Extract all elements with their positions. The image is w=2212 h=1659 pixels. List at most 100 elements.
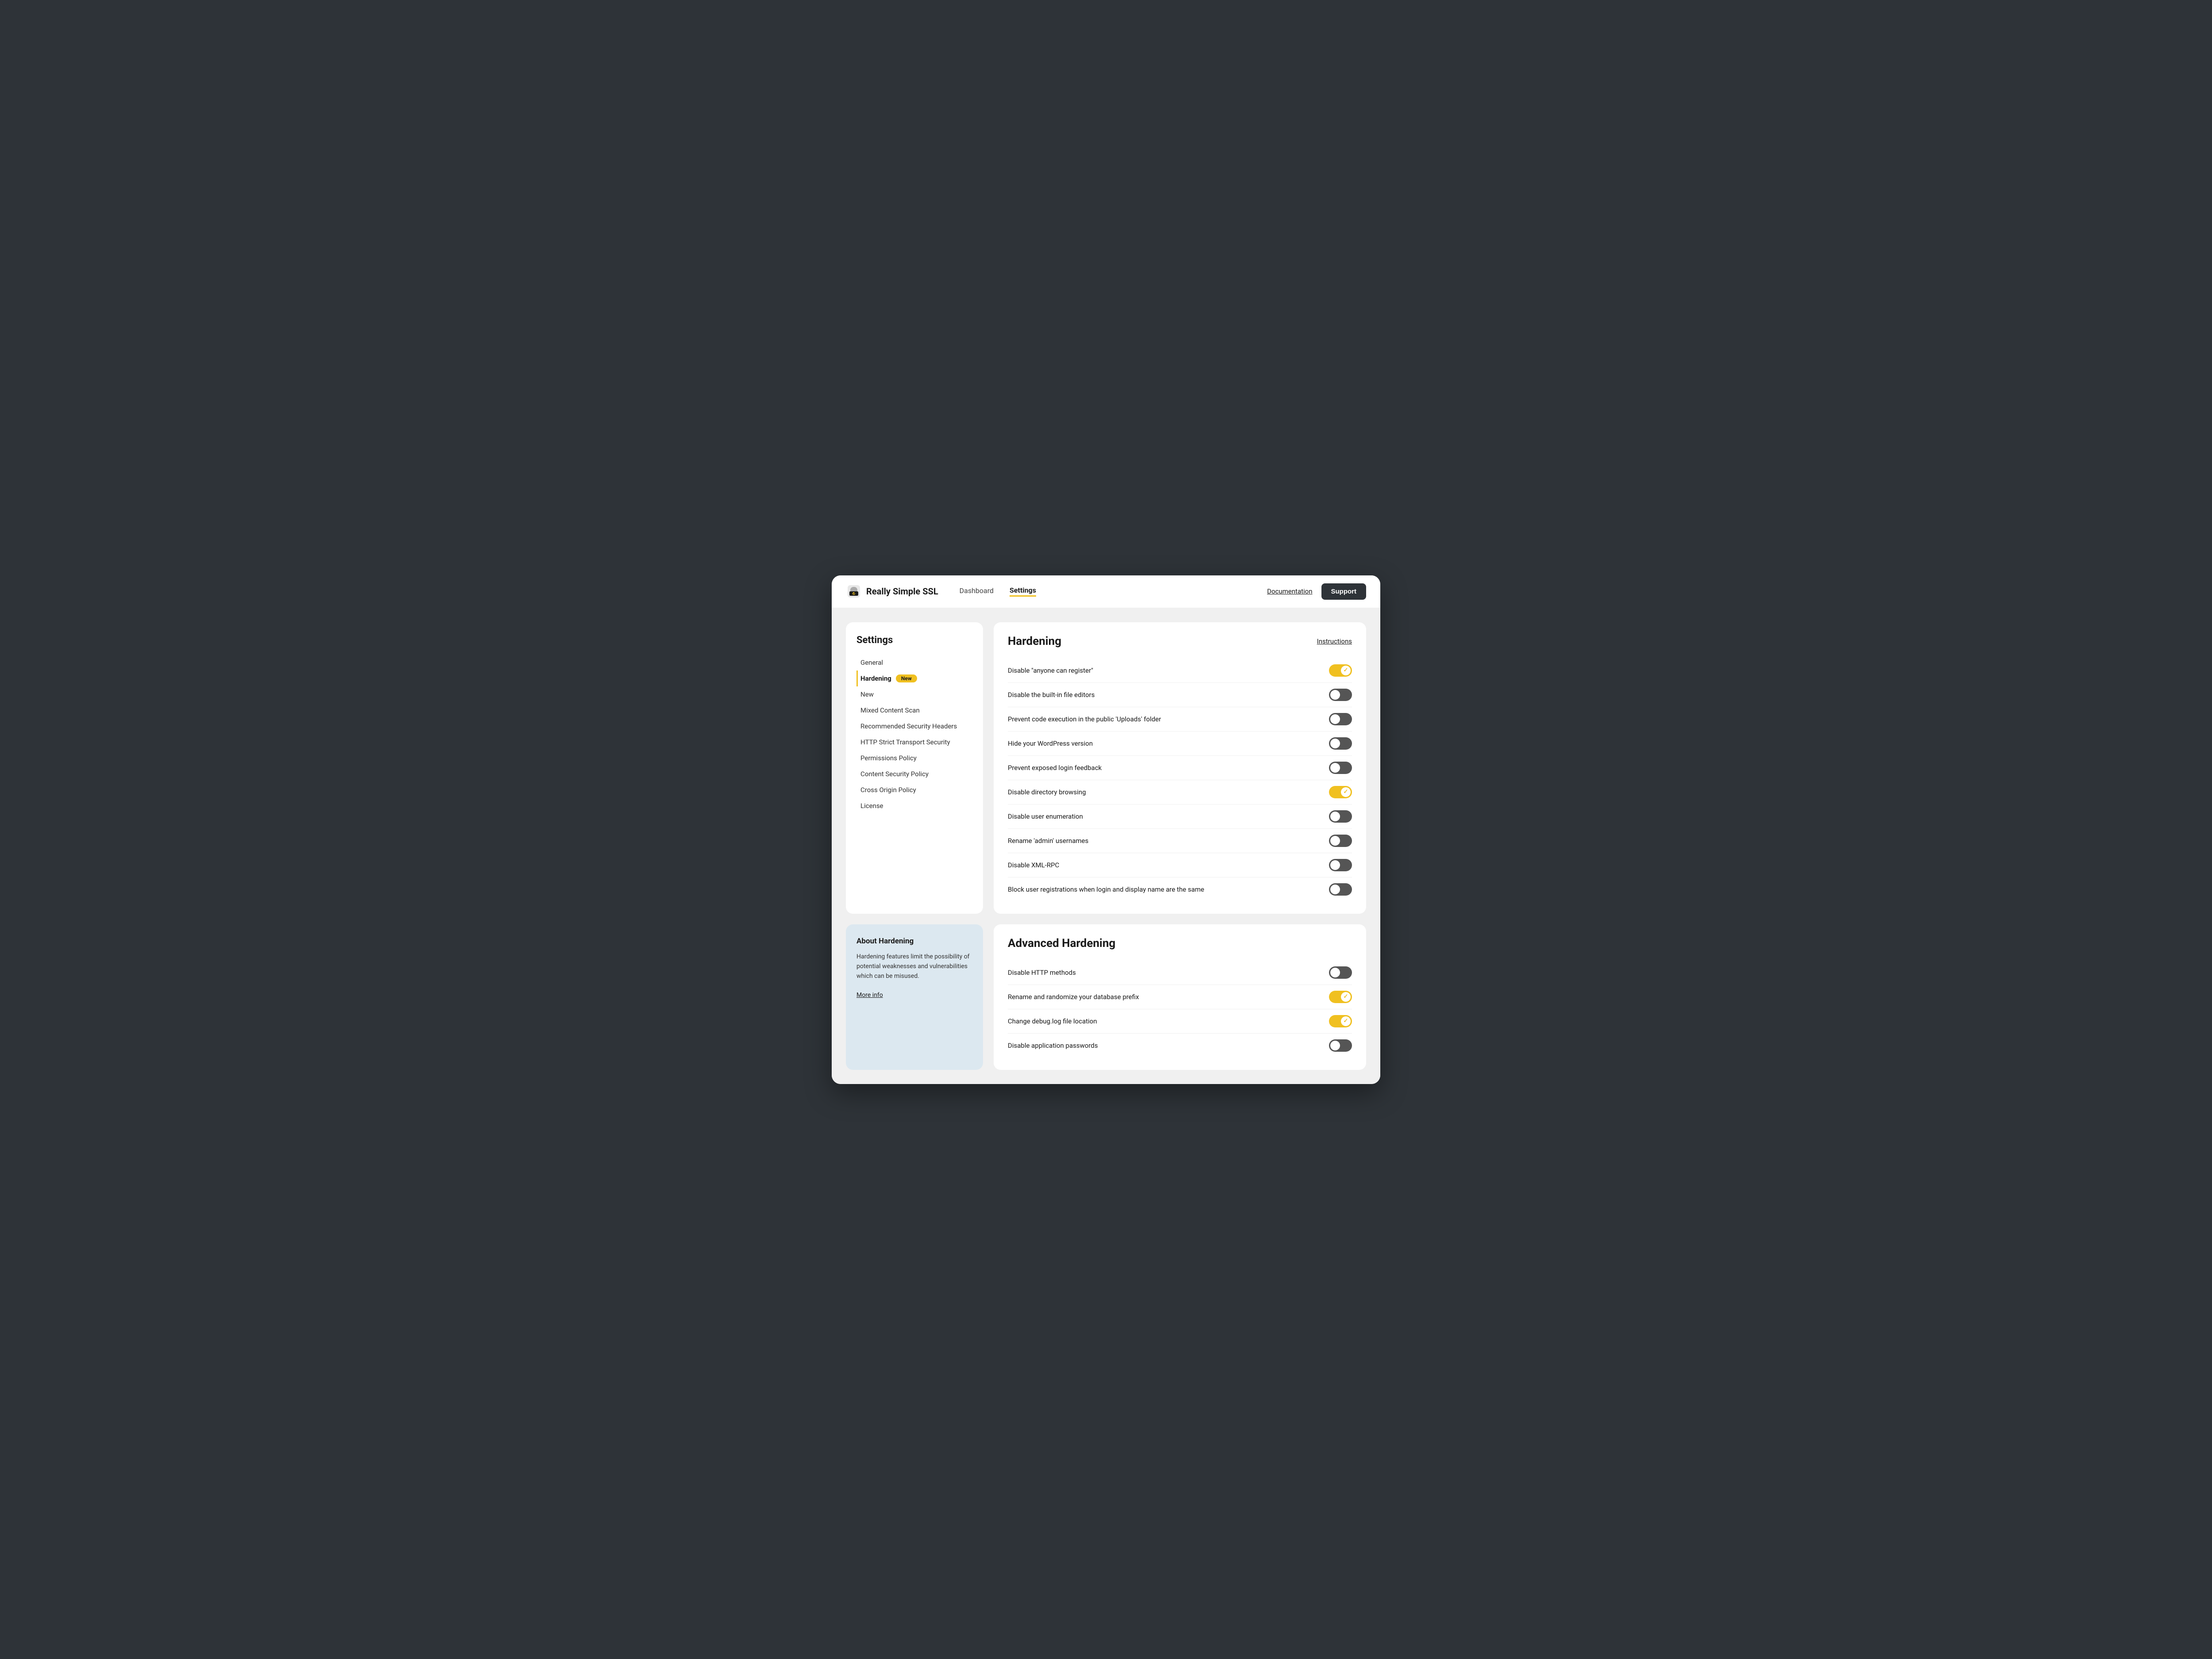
adv-setting-row-3: Disable application passwords <box>1008 1034 1352 1057</box>
setting-label-6: Disable user enumeration <box>1008 812 1083 820</box>
sidebar-item-mixed-content-scan-label: Mixed Content Scan <box>860 706 920 714</box>
toggle-track-1[interactable] <box>1329 689 1352 701</box>
adv-toggle-knob-3 <box>1330 1041 1340 1050</box>
sidebar-item-hardening-label: Hardening <box>860 674 891 682</box>
hardening-title: Hardening <box>1008 635 1061 648</box>
sidebar-item-http-strict-transport-security-label: HTTP Strict Transport Security <box>860 738 950 746</box>
hardening-new-badge: New <box>896 674 917 682</box>
hardening-header: Hardening Instructions <box>1008 635 1352 648</box>
adv-setting-row-2: Change debug.log file location ✓ <box>1008 1009 1352 1034</box>
setting-label-0: Disable "anyone can register" <box>1008 667 1093 674</box>
adv-setting-label-0: Disable HTTP methods <box>1008 969 1076 977</box>
toggle-8[interactable] <box>1329 859 1352 871</box>
toggle-track-4[interactable] <box>1329 762 1352 774</box>
app-window: Really Simple SSL Dashboard Settings Doc… <box>832 575 1380 1084</box>
sidebar-item-hardening[interactable]: Hardening New <box>856 670 972 686</box>
support-button[interactable]: Support <box>1321 583 1367 600</box>
toggle-knob-8 <box>1330 860 1340 870</box>
about-card: About Hardening Hardening features limit… <box>846 924 983 1070</box>
setting-row-2: Prevent code execution in the public 'Up… <box>1008 707 1352 732</box>
hardening-settings-list: Disable "anyone can register" ✓ Disable … <box>1008 659 1352 901</box>
sidebar-item-general[interactable]: General <box>856 655 972 670</box>
toggle-track-6[interactable] <box>1329 810 1352 823</box>
toggle-5[interactable]: ✓ <box>1329 786 1352 798</box>
logo-icon <box>846 583 862 599</box>
toggle-1[interactable] <box>1329 689 1352 701</box>
sidebar-item-cross-origin-policy-label: Cross Origin Policy <box>860 786 916 794</box>
adv-toggle-2[interactable]: ✓ <box>1329 1015 1352 1027</box>
toggle-knob-9 <box>1330 885 1340 894</box>
setting-label-2: Prevent code execution in the public 'Up… <box>1008 715 1161 723</box>
adv-toggle-track-1[interactable]: ✓ <box>1329 991 1352 1003</box>
setting-row-5: Disable directory browsing ✓ <box>1008 780 1352 805</box>
sidebar-settings-card: Settings General Hardening New New Mixed… <box>846 622 983 914</box>
sidebar-item-permissions-policy-label: Permissions Policy <box>860 754 917 762</box>
toggle-2[interactable] <box>1329 713 1352 725</box>
toggle-track-9[interactable] <box>1329 883 1352 896</box>
adv-toggle-track-3[interactable] <box>1329 1039 1352 1052</box>
sidebar-item-recommended-security-headers[interactable]: Recommended Security Headers <box>856 718 972 734</box>
toggle-knob-7 <box>1330 836 1340 846</box>
setting-label-8: Disable XML-RPC <box>1008 861 1059 869</box>
toggle-track-2[interactable] <box>1329 713 1352 725</box>
sidebar-item-http-strict-transport-security[interactable]: HTTP Strict Transport Security <box>856 734 972 750</box>
adv-toggle-knob-2: ✓ <box>1341 1016 1351 1026</box>
toggle-track-3[interactable] <box>1329 737 1352 750</box>
sidebar-menu: General Hardening New New Mixed Content … <box>856 655 972 814</box>
nav-dashboard[interactable]: Dashboard <box>960 586 994 597</box>
advanced-settings-list: Disable HTTP methods Rename and randomiz… <box>1008 961 1352 1057</box>
toggle-knob-1 <box>1330 690 1340 700</box>
sidebar-title: Settings <box>856 635 972 646</box>
setting-label-5: Disable directory browsing <box>1008 788 1086 796</box>
toggle-9[interactable] <box>1329 883 1352 896</box>
sidebar-item-license-label: License <box>860 802 883 810</box>
toggle-knob-5: ✓ <box>1341 787 1351 797</box>
about-text: Hardening features limit the possibility… <box>856 952 972 981</box>
adv-toggle-track-2[interactable]: ✓ <box>1329 1015 1352 1027</box>
adv-setting-row-1: Rename and randomize your database prefi… <box>1008 985 1352 1009</box>
hardening-card: Hardening Instructions Disable "anyone c… <box>994 622 1366 914</box>
advanced-hardening-card: Advanced Hardening Disable HTTP methods … <box>994 924 1366 1070</box>
setting-row-0: Disable "anyone can register" ✓ <box>1008 659 1352 683</box>
toggle-4[interactable] <box>1329 762 1352 774</box>
toggle-track-5[interactable]: ✓ <box>1329 786 1352 798</box>
more-info-link[interactable]: More info <box>856 992 883 999</box>
adv-setting-label-3: Disable application passwords <box>1008 1042 1098 1050</box>
instructions-link[interactable]: Instructions <box>1317 637 1352 645</box>
adv-toggle-0[interactable] <box>1329 966 1352 979</box>
toggle-track-8[interactable] <box>1329 859 1352 871</box>
setting-row-6: Disable user enumeration <box>1008 805 1352 829</box>
setting-label-1: Disable the built-in file editors <box>1008 691 1095 699</box>
toggle-track-0[interactable]: ✓ <box>1329 664 1352 677</box>
sidebar-item-content-security-policy-label: Content Security Policy <box>860 770 929 778</box>
setting-label-7: Rename 'admin' usernames <box>1008 837 1088 845</box>
toggle-track-7[interactable] <box>1329 835 1352 847</box>
about-title: About Hardening <box>856 937 972 946</box>
toggle-0[interactable]: ✓ <box>1329 664 1352 677</box>
sidebar-item-cross-origin-policy[interactable]: Cross Origin Policy <box>856 782 972 798</box>
toggle-knob-4 <box>1330 763 1340 773</box>
toggle-6[interactable] <box>1329 810 1352 823</box>
adv-setting-label-2: Change debug.log file location <box>1008 1017 1097 1025</box>
sidebar-item-mixed-content-scan[interactable]: Mixed Content Scan <box>856 702 972 718</box>
sidebar-item-permissions-policy[interactable]: Permissions Policy <box>856 750 972 766</box>
sidebar-item-general-label: General <box>860 659 883 667</box>
toggle-3[interactable] <box>1329 737 1352 750</box>
header: Really Simple SSL Dashboard Settings Doc… <box>832 575 1380 608</box>
main-nav: Dashboard Settings <box>960 586 1267 597</box>
toggle-knob-3 <box>1330 739 1340 748</box>
setting-label-9: Block user registrations when login and … <box>1008 885 1204 893</box>
documentation-link[interactable]: Documentation <box>1267 587 1312 595</box>
toggle-7[interactable] <box>1329 835 1352 847</box>
sidebar-item-content-security-policy[interactable]: Content Security Policy <box>856 766 972 782</box>
adv-toggle-1[interactable]: ✓ <box>1329 991 1352 1003</box>
setting-row-4: Prevent exposed login feedback <box>1008 756 1352 780</box>
sidebar-item-new[interactable]: New <box>856 686 972 702</box>
setting-row-9: Block user registrations when login and … <box>1008 877 1352 901</box>
adv-toggle-3[interactable] <box>1329 1039 1352 1052</box>
sidebar-item-license[interactable]: License <box>856 798 972 814</box>
adv-toggle-track-0[interactable] <box>1329 966 1352 979</box>
sidebar-item-recommended-security-headers-label: Recommended Security Headers <box>860 722 957 730</box>
nav-settings[interactable]: Settings <box>1010 586 1036 597</box>
setting-label-3: Hide your WordPress version <box>1008 739 1093 747</box>
